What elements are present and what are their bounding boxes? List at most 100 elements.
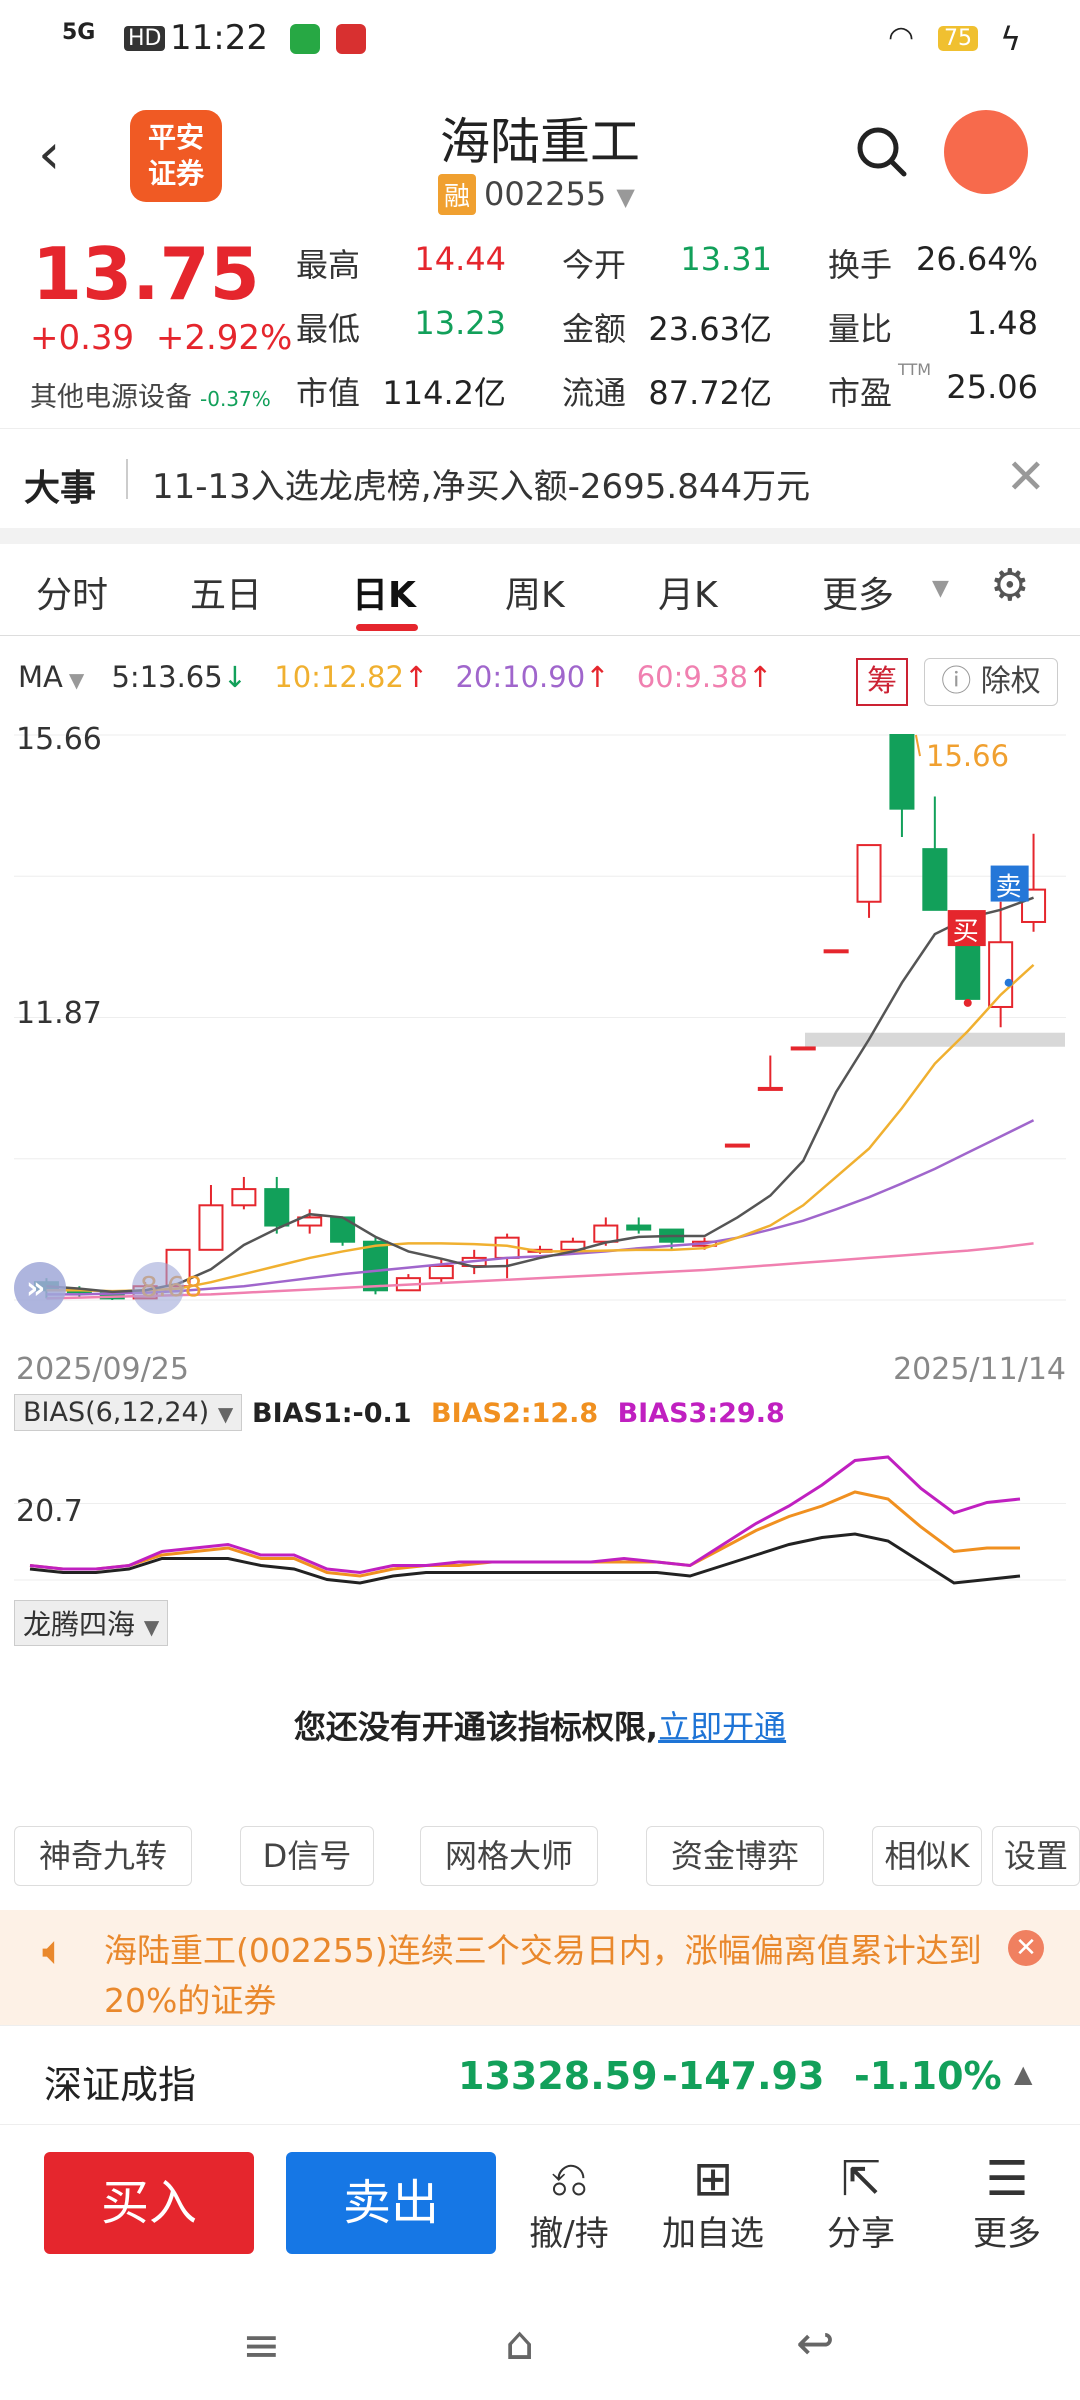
- arrow-up-icon: ↑: [403, 660, 429, 694]
- candle-body: [428, 1265, 454, 1280]
- permission-notice: 您还没有开通该指标权限,立即开通: [0, 1702, 1080, 1748]
- app-header: ‹ 平安 证券 海陆重工 融 002255 ▼: [0, 82, 1080, 228]
- speaker-icon: 🔈︎: [42, 1928, 66, 1974]
- app-notification-icon: [290, 24, 320, 54]
- sell-button[interactable]: 卖出: [286, 2152, 496, 2254]
- tool-buttons: 神奇九转 D信号 网格大师 资金博弈 相似K 设置: [14, 1826, 1080, 1888]
- candle-body: [889, 734, 915, 810]
- scroll-handle[interactable]: [132, 1262, 184, 1314]
- tab-5[interactable]: 更多: [822, 566, 894, 618]
- candle-body: [362, 1240, 388, 1292]
- news-bar[interactable]: 大事 11-13入选龙虎榜,净买入额-2695.844万元 ✕: [0, 428, 1080, 528]
- bias1-value: BIAS1:-0.1: [252, 1398, 412, 1429]
- quote-label: 最高: [296, 246, 361, 284]
- share-button[interactable]: ⇱ 分享: [796, 2152, 926, 2255]
- ma5-text: 5:13.65: [111, 660, 223, 694]
- warning-text: 海陆重工(002255)连续三个交易日内，涨幅偏离值累计达到20%的证券: [104, 1931, 982, 2020]
- tab-0[interactable]: 分时: [36, 566, 108, 618]
- quote-row: 最低 13.23 金额 23.63亿 量比 1.48: [296, 304, 1066, 368]
- bias-indicator-selector[interactable]: BIAS(6,12,24) ▼: [14, 1394, 243, 1431]
- candlestick-chart[interactable]: 15.668.68»买卖: [0, 720, 1080, 1340]
- ma60-text: 60:9.38: [636, 660, 748, 694]
- chevron-up-icon[interactable]: ▲: [1014, 2060, 1032, 2088]
- arrow-down-icon: ↓: [222, 660, 248, 694]
- candle-body: [757, 1086, 783, 1091]
- signal-dot: [963, 998, 972, 1007]
- add-watchlist-button[interactable]: ⊞ 加自选: [648, 2152, 778, 2255]
- bias-chart[interactable]: [0, 1440, 1080, 1600]
- buy-marker-label: 买: [953, 917, 979, 947]
- add-box-icon: ⊞: [692, 2151, 734, 2207]
- close-icon[interactable]: ✕: [1008, 1930, 1044, 1966]
- assistant-avatar-icon[interactable]: [944, 110, 1028, 194]
- buy-button[interactable]: 买入: [44, 2152, 254, 2254]
- sector-name: 其他电源设备: [30, 382, 192, 413]
- home-icon[interactable]: ⌂: [505, 2316, 534, 2370]
- arrow-up-icon: ↑: [747, 660, 773, 694]
- more-button[interactable]: ☰ 更多: [942, 2152, 1072, 2255]
- quote-label: 今开: [562, 246, 627, 284]
- tool-button-1[interactable]: D信号: [240, 1826, 374, 1886]
- activate-link[interactable]: 立即开通: [658, 1708, 786, 1746]
- chart-tabs: 分时 五日 日K 周K 月K 更多 ▼ ⚙: [0, 544, 1080, 636]
- quote-label: 最低: [296, 310, 361, 348]
- tab-3[interactable]: 周K: [505, 566, 565, 618]
- notice-text: 您还没有开通该指标权限,: [293, 1708, 659, 1746]
- chevron-down-icon: ▼: [616, 183, 635, 211]
- tool-button-4[interactable]: 相似K: [872, 1826, 982, 1886]
- candle-body: [626, 1224, 652, 1231]
- quote-label: 市盈: [828, 374, 893, 412]
- warning-banner[interactable]: 🔈︎ 海陆重工(002255)连续三个交易日内，涨幅偏离值累计达到20%的证券 …: [0, 1910, 1080, 2025]
- tab-2[interactable]: 日K: [352, 566, 416, 618]
- close-icon[interactable]: ✕: [1006, 449, 1046, 505]
- system-nav-bar: ≡ ⌂ ↩: [0, 2300, 1080, 2400]
- candle-body: [790, 1046, 816, 1051]
- recent-apps-icon[interactable]: ≡: [242, 2318, 281, 2372]
- search-icon[interactable]: [854, 124, 910, 180]
- app-notification-icon-2: [336, 24, 366, 54]
- candle-body: [724, 1143, 750, 1148]
- candle-body: [198, 1204, 224, 1251]
- y-tick-high: 15.66: [16, 722, 102, 757]
- indicator-selector[interactable]: 龙腾四海 ▼: [14, 1600, 169, 1646]
- bias-legend: BIAS1:-0.1 BIAS2:12.8 BIAS3:29.8: [252, 1398, 785, 1429]
- ma20-text: 20:10.90: [455, 660, 586, 694]
- chip-distribution-button[interactable]: 筹: [856, 658, 908, 706]
- quote-value: 13.31: [680, 240, 772, 278]
- ma-label: MA: [18, 660, 63, 694]
- quote-value: 87.72亿: [648, 374, 772, 412]
- index-percent: -1.10%: [854, 2054, 1002, 2098]
- sell-marker-label: 卖: [996, 873, 1022, 903]
- ma60-value: 60:9.38↑: [637, 660, 773, 694]
- candle-body: [231, 1188, 257, 1207]
- tool-button-2[interactable]: 网格大师: [420, 1826, 598, 1886]
- stock-code-selector[interactable]: 融 002255 ▼: [438, 174, 635, 215]
- sector-info[interactable]: 其他电源设备 -0.37%: [30, 375, 271, 414]
- tool-button-0[interactable]: 神奇九转: [14, 1826, 192, 1886]
- back-nav-icon[interactable]: ↩: [796, 2316, 835, 2370]
- quote-grid[interactable]: 最高 14.44 今开 13.31 换手 26.64% 最低 13.23 金额 23.63亿 量比 1…: [296, 240, 1066, 432]
- quote-value: 13.23: [414, 304, 506, 342]
- tab-1[interactable]: 五日: [190, 566, 262, 618]
- hd-badge: HD: [124, 26, 166, 51]
- chevron-down-icon: ▼: [932, 576, 949, 601]
- candle-body: [988, 941, 1014, 1008]
- network-indicator: 5G: [62, 20, 96, 45]
- wifi-icon: ◠: [888, 20, 915, 55]
- ma-legend[interactable]: MA ▼ 5:13.65↓ 10:12.82↑ 20:10.90↑ 60:9.38…: [18, 660, 790, 694]
- stock-code: 002255: [484, 175, 607, 213]
- price-change: +0.39 +2.92%: [30, 318, 292, 358]
- last-price: 13.75: [32, 232, 260, 316]
- cancel-hold-button[interactable]: ⎌ 撤/持: [504, 2152, 634, 2255]
- index-change: -147.93: [662, 2054, 825, 2098]
- gear-icon[interactable]: ⚙: [990, 560, 1029, 611]
- tab-4[interactable]: 月K: [658, 566, 718, 618]
- bias3-line: [29, 1455, 1021, 1575]
- index-ticker[interactable]: 深证成指 13328.59 -147.93 -1.10% ▲: [0, 2025, 1080, 2125]
- tool-button-3[interactable]: 资金博弈: [646, 1826, 824, 1886]
- quote-row: 市值 114.2亿 流通 87.72亿 市盈 25.06 TTM: [296, 360, 1066, 432]
- quote-value: 25.06: [946, 368, 1038, 406]
- tool-button-5[interactable]: 设置: [992, 1826, 1080, 1886]
- ex-rights-button[interactable]: ⓘ 除权: [924, 658, 1058, 706]
- candle-body: [264, 1188, 290, 1227]
